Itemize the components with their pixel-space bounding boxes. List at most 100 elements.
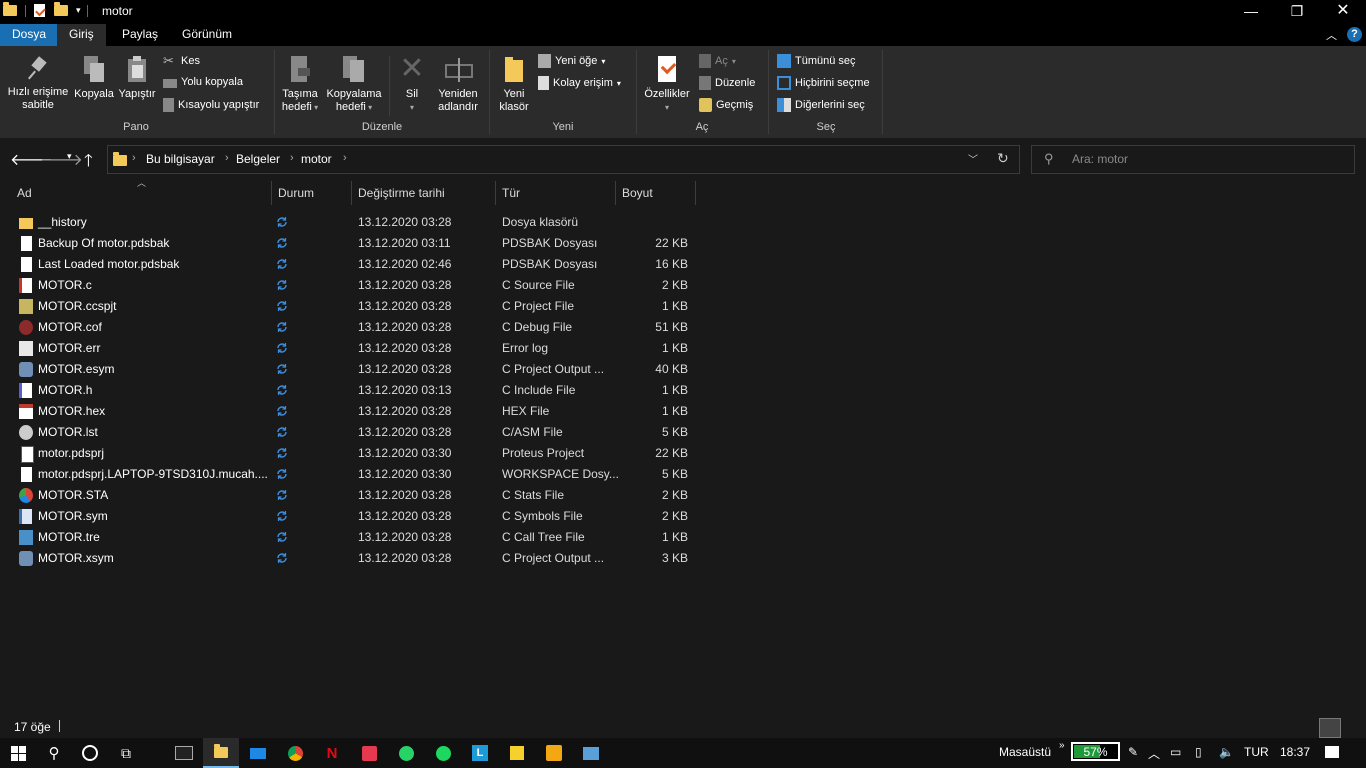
refresh-icon[interactable]: ↻ [997,150,1009,167]
move-to-button[interactable]: Taşıma hedefi ▾ [278,56,322,114]
desktop-toolbar-label[interactable]: Masaüstü [999,745,1051,759]
file-explorer-taskbar-icon[interactable] [203,738,239,768]
netflix-icon[interactable]: N [314,738,350,768]
select-none-button[interactable]: Hiçbirini seçme [777,76,870,90]
chrome-icon[interactable] [277,738,313,768]
column-header-name[interactable]: Ad [17,186,32,200]
breadcrumb-chevron-icon[interactable]: › [225,152,229,164]
chevron-down-icon[interactable]: ▾ [76,5,81,16]
column-header-size[interactable]: Boyut [622,186,653,200]
search-taskbar-icon[interactable]: ⚲ [36,738,72,768]
properties-button[interactable]: Özellikler ▾ [641,56,693,114]
tab-home[interactable]: Giriş [57,24,106,46]
breadcrumb-chevron-icon[interactable]: › [343,152,347,164]
column-header-modified[interactable]: Değiştirme tarihi [358,186,445,200]
tab-file[interactable]: Dosya [0,24,59,46]
app-icon[interactable] [351,738,387,768]
properties-icon[interactable] [34,4,46,17]
pen-icon[interactable]: ✎ [1128,745,1138,759]
file-row[interactable]: MOTOR.hex 13.12.2020 03:28 HEX File 1 KB [0,401,700,422]
paste-shortcut-button[interactable]: Kısayolu yapıştır [163,98,259,112]
address-dropdown-icon[interactable]: ﹀ [968,151,978,166]
column-resize-handle[interactable] [495,181,496,205]
paste-button[interactable]: Yapıştır [117,56,157,101]
column-resize-handle[interactable] [615,181,616,205]
file-row[interactable]: MOTOR.err 13.12.2020 03:28 Error log 1 KB [0,338,700,359]
file-row[interactable]: MOTOR.cof 13.12.2020 03:28 C Debug File 51 … [0,317,700,338]
start-button[interactable] [0,738,36,768]
rename-button[interactable]: Yeniden adlandır [433,56,483,114]
delete-dropdown-icon[interactable]: ▾ [395,101,429,114]
task-view-icon[interactable]: ⧉ [108,738,144,768]
cortana-icon[interactable] [72,738,108,768]
cut-button[interactable]: ✂ Kes [163,54,200,68]
file-row[interactable]: MOTOR.lst 13.12.2020 03:28 C/ASM File 5 KB [0,422,700,443]
proteus-taskbar-icon[interactable] [536,738,572,768]
properties-dropdown-icon[interactable]: ▾ [641,101,693,114]
file-row[interactable]: Backup Of motor.pdsbak 13.12.2020 03:11 PD… [0,233,700,254]
column-header-status[interactable]: Durum [278,186,314,200]
toolbar-expand-icon[interactable]: » [1059,740,1065,751]
up-button[interactable]: 🡑 [84,148,93,177]
search-box[interactable]: ⚲ Ara: motor [1031,145,1355,174]
column-resize-handle[interactable] [695,181,696,205]
new-folder-icon[interactable] [54,2,68,16]
delete-button[interactable]: ✕ Sil ▾ [395,54,429,114]
edit-button[interactable]: Düzenle [699,76,755,90]
new-item-button[interactable]: Yeni öğe ▾ [538,54,605,68]
copy-path-button[interactable]: Yolu kopyala [163,76,243,88]
help-icon[interactable]: ? [1347,27,1362,42]
easy-access-button[interactable]: Kolay erişim ▾ [538,76,621,90]
input-language[interactable]: TUR [1244,745,1269,759]
lync-icon[interactable]: L [462,738,498,768]
maximize-button[interactable]: ❐ [1274,0,1320,24]
file-row[interactable]: MOTOR.STA 13.12.2020 03:28 C Stats File 2 K… [0,485,700,506]
file-row[interactable]: MOTOR.esym 13.12.2020 03:28 C Project Outp… [0,359,700,380]
collapse-ribbon-icon[interactable]: ︿ [1326,27,1337,43]
history-button[interactable]: Geçmiş [699,98,753,112]
file-row[interactable]: MOTOR.xsym 13.12.2020 03:28 C Project Outp… [0,548,700,569]
file-row[interactable]: Last Loaded motor.pdsbak 13.12.2020 02:46… [0,254,700,275]
battery-icon[interactable]: ▭ [1170,745,1181,759]
network-icon[interactable]: ▯ [1195,745,1202,759]
tab-view[interactable]: Görünüm [170,24,244,46]
file-row[interactable]: MOTOR.h 13.12.2020 03:13 C Include File 1 K… [0,380,700,401]
column-resize-handle[interactable] [351,181,352,205]
spotify-icon[interactable] [425,738,461,768]
breadcrumb-motor[interactable]: motor [301,152,332,166]
volume-icon[interactable]: 🔈 [1219,745,1234,759]
column-resize-handle[interactable] [271,181,272,205]
file-row[interactable]: MOTOR.ccspjt 13.12.2020 03:28 C Project Fi… [0,296,700,317]
address-bar[interactable]: › Bu bilgisayar › Belgeler › motor › ﹀ ↻ [107,145,1020,174]
notifications-icon[interactable] [1325,746,1339,758]
file-row[interactable]: MOTOR.sym 13.12.2020 03:28 C Symbols File 2… [0,506,700,527]
recent-locations-button[interactable]: ▾ [67,151,72,162]
file-row[interactable]: __history 13.12.2020 03:28 Dosya klasörü [0,212,700,233]
file-row[interactable]: MOTOR.c 13.12.2020 03:28 C Source File 2 KB [0,275,700,296]
file-row[interactable]: motor.pdsprj 13.12.2020 03:30 Proteus Proj… [0,443,700,464]
show-hidden-icons[interactable]: ︿ [1148,745,1160,762]
column-header-type[interactable]: Tür [502,186,520,200]
minimize-button[interactable]: — [1228,0,1274,24]
invert-selection-button[interactable]: Diğerlerini seç [777,98,865,112]
copy-button[interactable]: Kopyala [73,56,115,101]
breadcrumb-documents[interactable]: Belgeler [236,152,280,166]
file-row[interactable]: motor.pdsprj.LAPTOP-9TSD310J.mucah.... 13… [0,464,700,485]
battery-meter[interactable]: 57% [1071,742,1120,761]
pin-quick-access-button[interactable]: Hızlı erişime sabitle [6,56,70,112]
tab-share[interactable]: Paylaş [110,24,170,46]
clock[interactable]: 18:37 [1280,745,1310,759]
close-button[interactable]: ✕ [1320,0,1366,24]
large-icons-view-button[interactable] [1343,718,1363,736]
forward-button[interactable]: 🡒 [40,149,83,170]
open-button[interactable]: Aç ▾ [699,54,736,68]
breadcrumb-this-pc[interactable]: Bu bilgisayar [146,152,215,166]
breadcrumb-chevron-icon[interactable]: › [290,152,294,164]
cmd-icon[interactable] [166,738,202,768]
new-folder-button[interactable]: Yeni klasör [494,56,534,114]
whatsapp-icon[interactable] [388,738,424,768]
details-view-button[interactable] [1319,718,1341,738]
select-all-button[interactable]: Tümünü seç [777,54,856,68]
mail-icon[interactable] [240,738,276,768]
breadcrumb-chevron-icon[interactable]: › [132,152,136,164]
